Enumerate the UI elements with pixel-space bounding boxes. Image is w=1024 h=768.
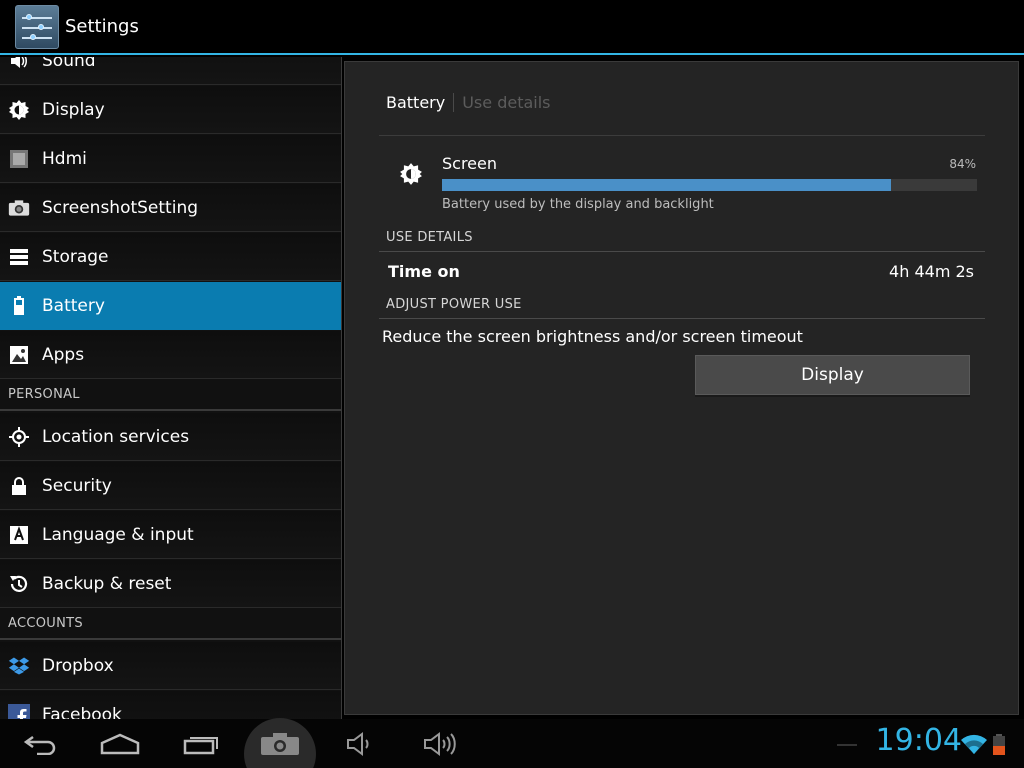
screen-usage-percent: 84% [949, 157, 976, 171]
apps-icon [8, 344, 30, 366]
sidebar-item-apps[interactable]: Apps [0, 331, 341, 379]
divider [379, 135, 985, 136]
lock-icon [8, 475, 30, 497]
language-icon [8, 524, 30, 546]
screenshot-camera-icon[interactable] [258, 719, 302, 768]
sidebar-item-screenshot-setting[interactable]: ScreenshotSetting [0, 184, 341, 232]
volume-up-icon[interactable] [420, 719, 460, 768]
sidebar-item-display[interactable]: Display [0, 86, 341, 134]
settings-app-icon[interactable] [15, 4, 59, 49]
storage-icon [8, 246, 30, 268]
divider [379, 318, 985, 319]
back-icon[interactable] [20, 719, 62, 768]
screen-usage-bar-fill [442, 179, 892, 191]
use-details-header: USE DETAILS [386, 230, 473, 245]
divider [379, 251, 985, 252]
sidebar-item-hdmi[interactable]: Hdmi [0, 135, 341, 183]
camera-icon [8, 197, 30, 219]
action-bar: Settings [0, 0, 1024, 55]
sound-icon [8, 57, 30, 72]
power-advice-text: Reduce the screen brightness and/or scre… [382, 327, 803, 346]
sidebar-item-security[interactable]: Security [0, 462, 341, 510]
sidebar-item-battery[interactable]: Battery [0, 282, 341, 330]
time-on-label: Time on [388, 262, 460, 281]
section-header-personal: PERSONAL [0, 380, 341, 411]
brightness-icon [8, 99, 30, 121]
sidebar-item-storage[interactable]: Storage [0, 233, 341, 281]
pane-divider [341, 57, 342, 719]
adjust-power-use-header: ADJUST POWER USE [386, 297, 522, 312]
detail-tabs: Battery Use details [386, 90, 551, 114]
tab-use-details[interactable]: Use details [454, 93, 550, 112]
settings-sidebar[interactable]: Sound Display Hdmi ScreenshotSetting Sto… [0, 57, 342, 719]
sidebar-item-location-services[interactable]: Location services [0, 413, 341, 461]
notification-indicator [837, 744, 857, 746]
backup-icon [8, 573, 30, 595]
wifi-icon [960, 719, 988, 768]
navigation-bar [0, 719, 1024, 768]
recents-icon[interactable] [180, 719, 222, 768]
display-settings-button[interactable]: Display [695, 355, 970, 395]
screen-usage-label: Screen [442, 154, 498, 173]
facebook-icon [8, 703, 30, 719]
hdmi-icon [8, 148, 30, 170]
battery-low-icon [990, 719, 1008, 768]
sidebar-item-facebook[interactable]: Facebook [0, 691, 341, 719]
screen-usage-bar [442, 179, 977, 191]
location-icon [8, 426, 30, 448]
sidebar-item-sound[interactable]: Sound [0, 57, 341, 85]
sidebar-item-backup-reset[interactable]: Backup & reset [0, 560, 341, 608]
sidebar-item-language-input[interactable]: Language & input [0, 511, 341, 559]
battery-detail-pane: Battery Use details Screen 84% Battery u… [344, 61, 1019, 715]
home-icon[interactable] [99, 719, 141, 768]
page-title: Settings [65, 16, 139, 37]
dropbox-icon [8, 655, 30, 677]
section-header-accounts: ACCOUNTS [0, 609, 341, 640]
brightness-icon [399, 162, 423, 190]
status-clock[interactable]: 19:04 [876, 723, 962, 758]
time-on-value: 4h 44m 2s [889, 262, 974, 281]
battery-icon [8, 295, 30, 317]
volume-down-icon[interactable] [342, 719, 378, 768]
screen-usage-description: Battery used by the display and backligh… [442, 197, 714, 212]
tab-battery[interactable]: Battery [386, 92, 455, 112]
sidebar-item-dropbox[interactable]: Dropbox [0, 642, 341, 690]
